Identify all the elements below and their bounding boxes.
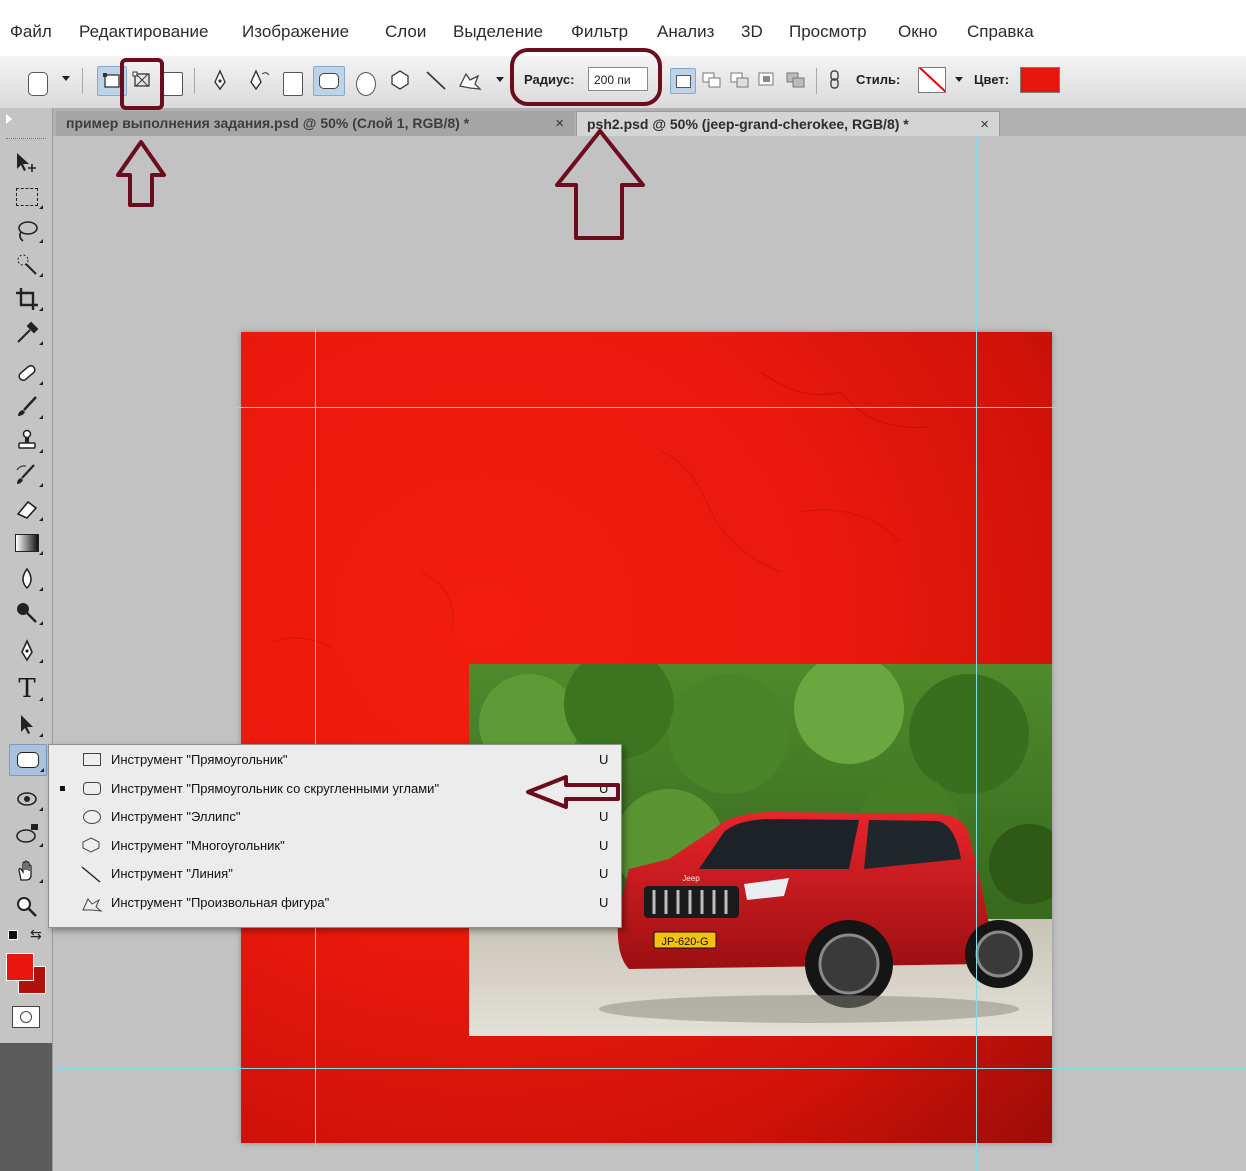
arrow-up-icon [116, 140, 166, 207]
highlight-paths-button [120, 58, 164, 110]
highlight-radius-field [510, 48, 662, 106]
arrow-up-icon [555, 129, 645, 240]
arrow-left-icon [526, 775, 620, 809]
tutorial-annotations [116, 48, 662, 809]
